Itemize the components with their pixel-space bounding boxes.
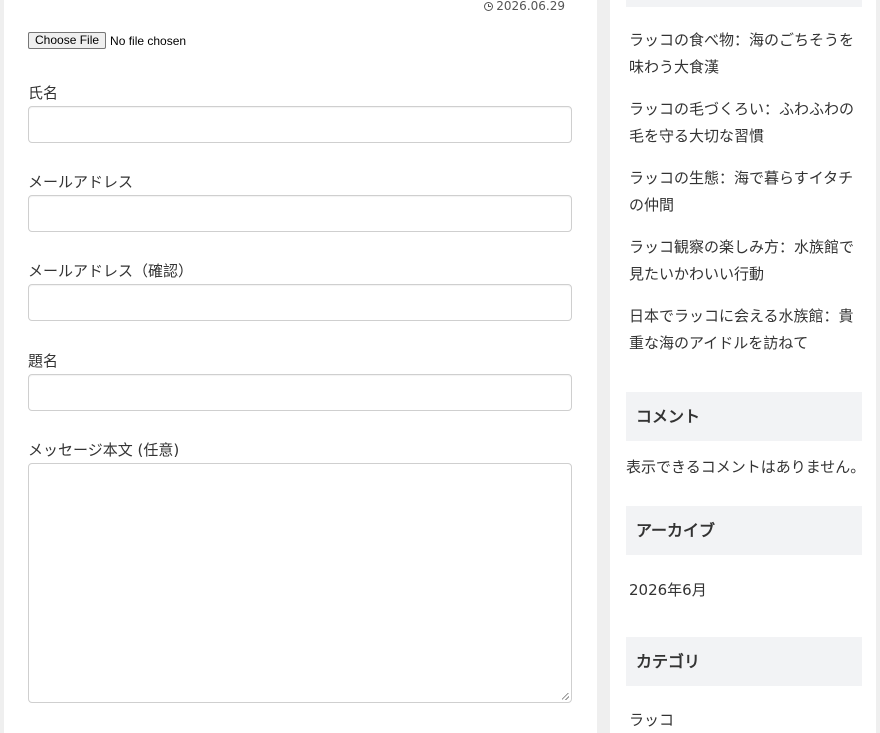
widget-bottom-edge (626, 0, 862, 7)
choose-file-button[interactable]: Choose File (28, 32, 107, 49)
sidebar: ラッコの食べ物：海のごちそうを味わう大食漢 ラッコの毛づくろい：ふわふわの毛を守… (610, 0, 876, 733)
email-confirm-input[interactable] (28, 284, 572, 321)
comments-heading: コメント (626, 392, 862, 441)
recent-post-link[interactable]: ラッコの毛づくろい：ふわふわの毛を守る大切な習慣 (629, 96, 859, 150)
email-confirm-label: メールアドレス（確認） (28, 262, 194, 280)
resize-grip-icon[interactable] (562, 693, 569, 700)
email-input[interactable] (28, 195, 572, 232)
message-label: メッセージ本文 (任意) (28, 441, 180, 459)
name-label: 氏名 (28, 84, 59, 102)
recent-post-link[interactable]: 日本でラッコに会える水族館：貴重な海のアイドルを訪ねて (629, 303, 859, 357)
post-date-text: 2026.06.29 (496, 0, 565, 13)
file-input: Choose File No file chosen (28, 32, 186, 49)
message-textarea[interactable] (28, 463, 572, 703)
subject-input[interactable] (28, 374, 572, 411)
category-link[interactable]: ラッコ (629, 709, 674, 730)
post-date: 2026.06.29 (484, 0, 565, 13)
file-status-text: No file chosen (110, 33, 187, 48)
recent-post-link[interactable]: ラッコの生態：海で暮らすイタチの仲間 (629, 165, 859, 219)
main-content: 2026.06.29 Choose File No file chosen 氏名… (4, 0, 597, 733)
clock-icon (484, 1, 494, 11)
recent-post-link[interactable]: ラッコの食べ物：海のごちそうを味わう大食漢 (629, 27, 859, 81)
email-label: メールアドレス (28, 173, 134, 191)
name-input[interactable] (28, 106, 572, 143)
subject-label: 題名 (28, 352, 59, 370)
archive-heading: アーカイブ (626, 506, 862, 555)
archive-link[interactable]: 2026年6月 (629, 579, 707, 600)
category-heading: カテゴリ (626, 637, 862, 686)
comments-empty-text: 表示できるコメントはありません。 (626, 458, 866, 476)
recent-post-link[interactable]: ラッコ観察の楽しみ方：水族館で見たいかわいい行動 (629, 234, 859, 288)
